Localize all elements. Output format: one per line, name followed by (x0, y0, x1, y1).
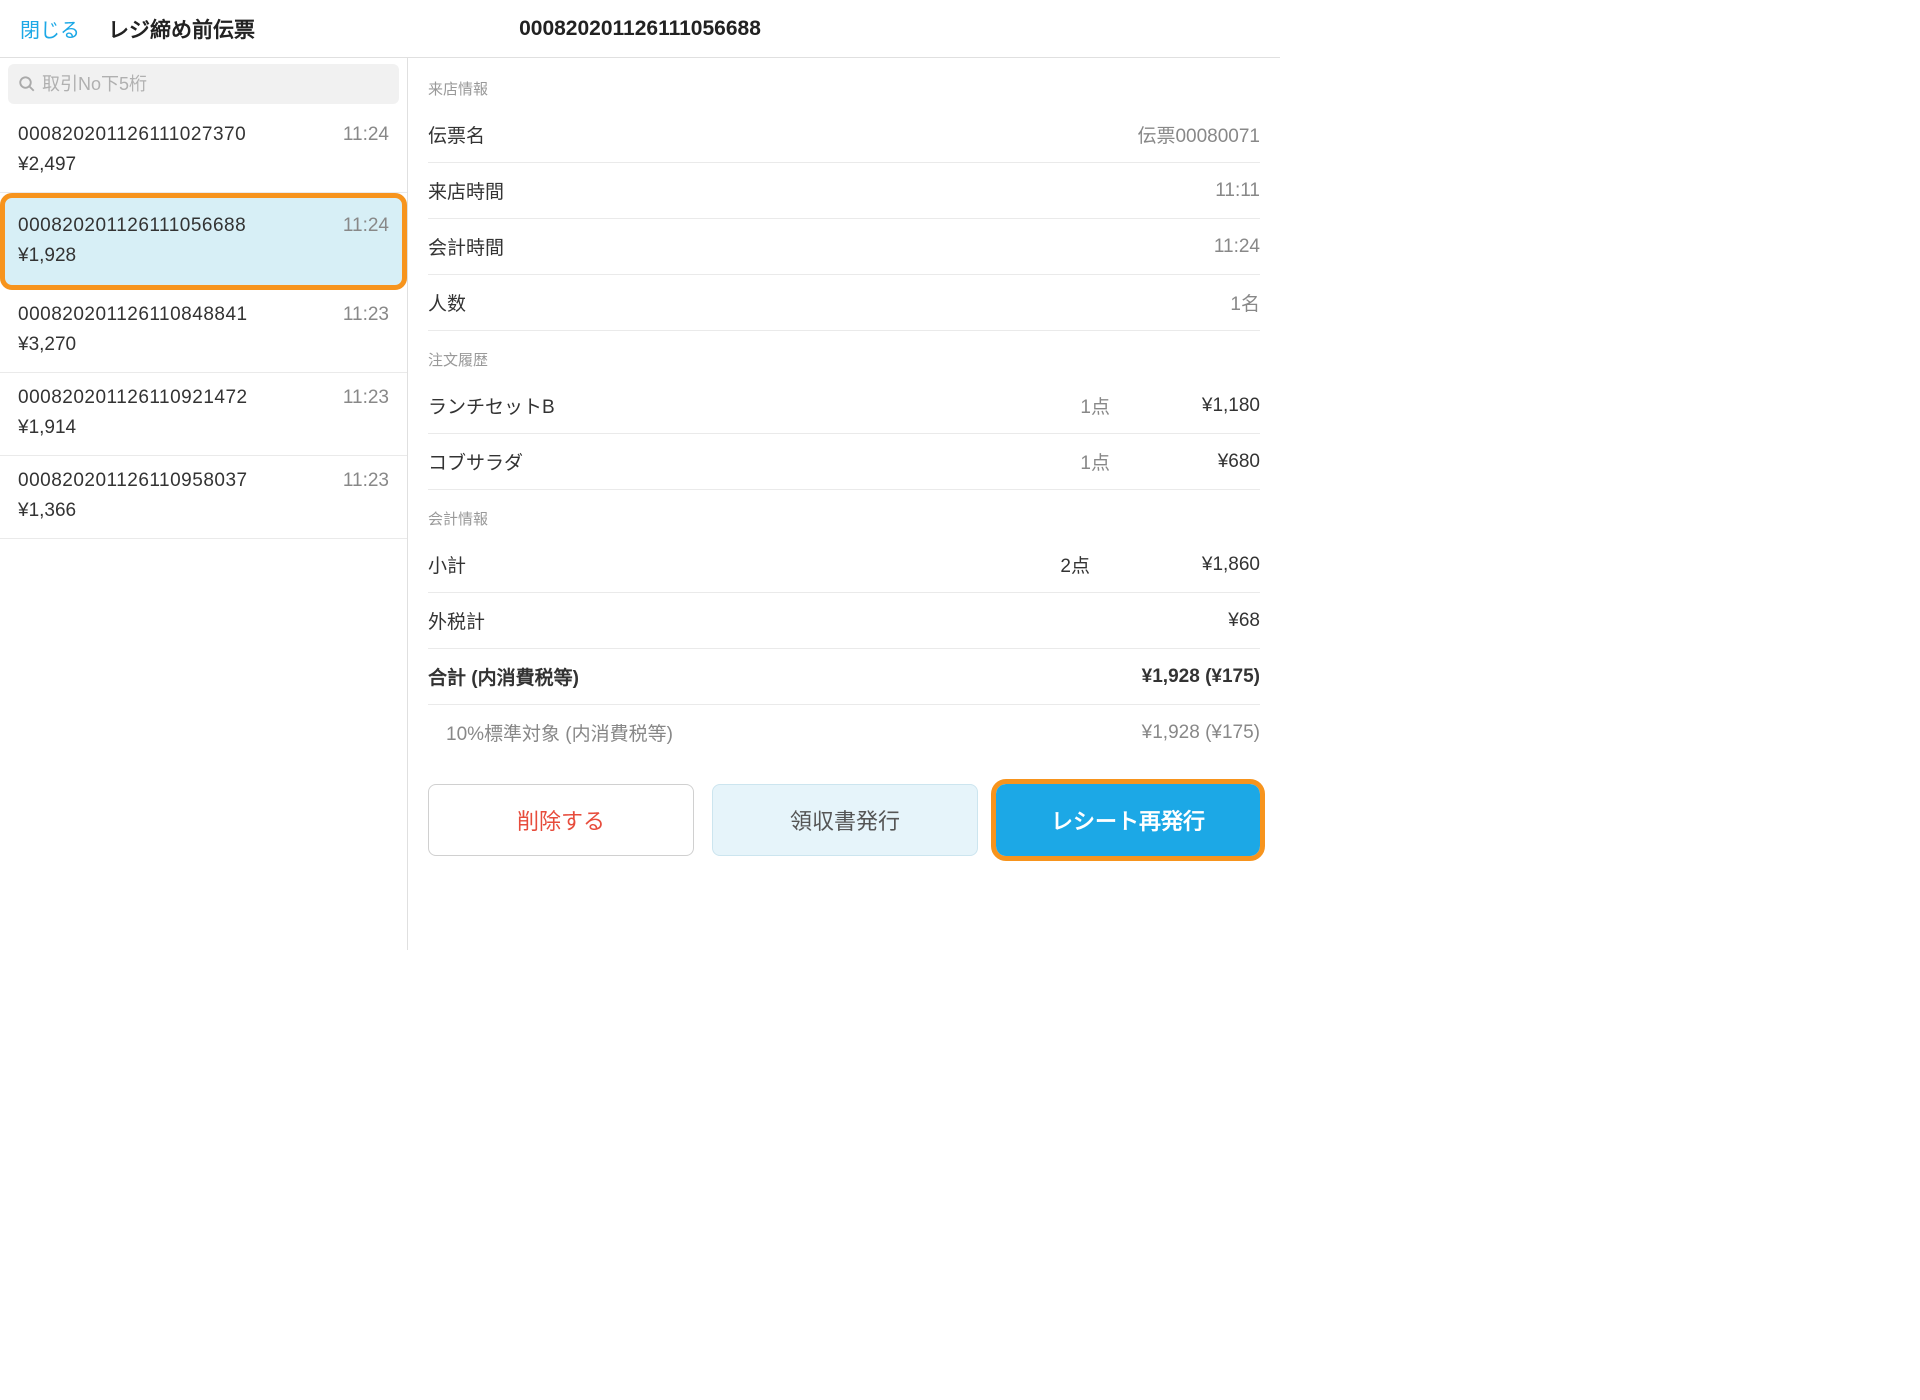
transaction-id: 000820201126111056688 (18, 215, 246, 237)
sidebar: 00082020112611102737011:24¥2,49700082020… (0, 58, 408, 950)
row-tax10: 10%標準対象 (内消費税等) ¥1,928 (¥175) (428, 705, 1260, 760)
transaction-id: 000820201126110958037 (18, 470, 248, 492)
order-name: コブサラダ (428, 448, 1020, 475)
transaction-time: 11:23 (343, 470, 389, 492)
action-bar: 削除する 領収書発行 レシート再発行 (428, 760, 1260, 880)
section-order-history: 注文履歴 (428, 349, 1260, 370)
row-subtotal: 小計 2点 ¥1,860 (428, 537, 1260, 593)
value-tax-excl: ¥68 (1090, 610, 1260, 632)
receipt-button[interactable]: 領収書発行 (712, 784, 978, 856)
delete-button[interactable]: 削除する (428, 784, 694, 856)
value-tax10: ¥1,928 (¥175) (1090, 722, 1260, 744)
transaction-amount: ¥1,914 (18, 417, 389, 439)
row-guests: 人数 1名 (428, 275, 1260, 331)
order-price: ¥1,180 (1110, 395, 1260, 417)
qty-subtotal: 2点 (1000, 551, 1090, 578)
transaction-time: 11:23 (343, 387, 389, 409)
row-visit-time: 来店時間 11:11 (428, 163, 1260, 219)
value-total: ¥1,928 (¥175) (1090, 666, 1260, 688)
search-icon (18, 75, 36, 93)
transaction-time: 11:24 (343, 124, 389, 146)
label-subtotal: 小計 (428, 551, 1000, 578)
header: 閉じる レジ締め前伝票 000820201126111056688 (0, 0, 1280, 58)
transaction-item[interactable]: 000820201126110848841 11:23 ¥3,270 (0, 290, 407, 373)
transaction-amount: ¥1,366 (18, 500, 389, 522)
order-name: ランチセットB (428, 392, 1020, 419)
close-button[interactable]: 閉じる (20, 14, 80, 43)
label-guests: 人数 (428, 289, 466, 316)
transaction-list: 00082020112611102737011:24¥2,49700082020… (0, 110, 407, 950)
label-tax-excl: 外税計 (428, 607, 1090, 634)
label-tax10: 10%標準対象 (内消費税等) (428, 719, 1090, 746)
value-visit-time: 11:11 (1215, 180, 1260, 202)
transaction-amount: ¥2,497 (18, 154, 389, 176)
label-slip-name: 伝票名 (428, 121, 485, 148)
transaction-item[interactable]: 000820201126110921472 11:23 ¥1,914 (0, 373, 407, 456)
row-total: 合計 (内消費税等) ¥1,928 (¥175) (428, 649, 1260, 705)
label-visit-time: 来店時間 (428, 177, 504, 204)
section-visit-info: 来店情報 (428, 78, 1260, 99)
search-input[interactable] (42, 74, 389, 95)
row-slip-name: 伝票名 伝票00080071 (428, 107, 1260, 163)
transaction-id: 000820201126110848841 (18, 304, 248, 326)
transaction-time: 11:24 (343, 215, 389, 237)
value-slip-name: 伝票00080071 (1137, 121, 1260, 148)
detail-pane: 来店情報 伝票名 伝票00080071 来店時間 11:11 会計時間 11:2… (408, 58, 1280, 950)
label-checkout-time: 会計時間 (428, 233, 504, 260)
reprint-receipt-button[interactable]: レシート再発行 (996, 784, 1260, 856)
row-tax-excl: 外税計 ¥68 (428, 593, 1260, 649)
transaction-item[interactable]: 000820201126111027370 11:24 ¥2,497 (0, 110, 407, 193)
transaction-item[interactable]: 000820201126110958037 11:23 ¥1,366 (0, 456, 407, 539)
transaction-time: 11:23 (343, 304, 389, 326)
value-subtotal: ¥1,860 (1090, 554, 1260, 576)
section-summary: 会計情報 (428, 508, 1260, 529)
transaction-item[interactable]: 000820201126111056688 11:24 ¥1,928 (0, 193, 407, 290)
label-total: 合計 (内消費税等) (428, 663, 1090, 690)
order-qty: 1点 (1020, 448, 1110, 475)
transaction-id: 000820201126111027370 (18, 124, 246, 146)
order-qty: 1点 (1020, 392, 1110, 419)
order-row: コブサラダ1点¥680 (428, 434, 1260, 490)
transaction-id: 000820201126110921472 (18, 387, 248, 409)
page-title-left: レジ締め前伝票 (108, 14, 255, 44)
value-guests: 1名 (1230, 289, 1260, 316)
order-row: ランチセットB1点¥1,180 (428, 378, 1260, 434)
transaction-amount: ¥1,928 (18, 245, 389, 267)
order-price: ¥680 (1110, 451, 1260, 473)
row-checkout-time: 会計時間 11:24 (428, 219, 1260, 275)
search-box[interactable] (8, 64, 399, 104)
value-checkout-time: 11:24 (1214, 236, 1260, 258)
transaction-amount: ¥3,270 (18, 334, 389, 356)
